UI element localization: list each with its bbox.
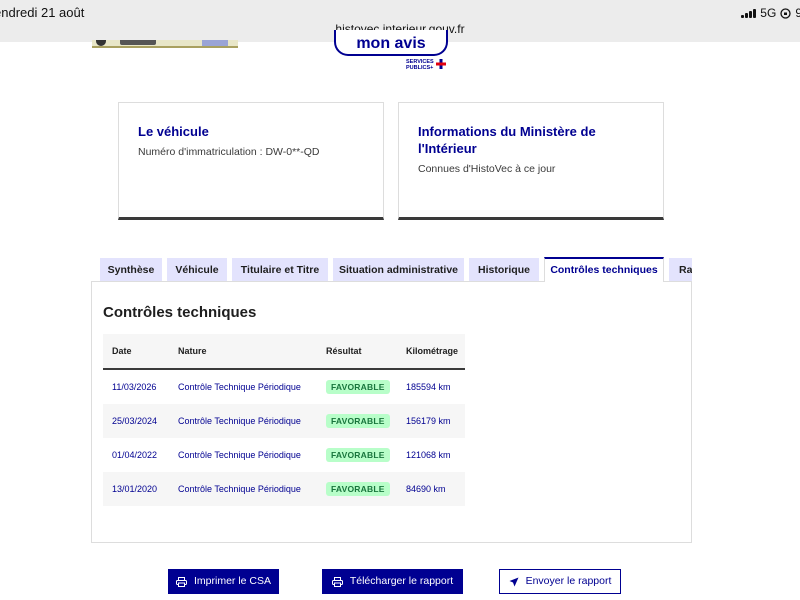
status-time: endredi 21 août: [0, 5, 85, 20]
column-header-date: Date: [103, 334, 169, 370]
services-publics-logo: SERVICES PUBLICS+: [406, 59, 446, 71]
header-illustration: [92, 40, 238, 48]
tab-titulaire[interactable]: Titulaire et Titre: [232, 258, 328, 282]
print-csa-button[interactable]: Imprimer le CSA: [168, 569, 279, 594]
controles-table: Date Nature Résultat Kilométrage 11/03/2…: [103, 334, 465, 506]
tab-rapport[interactable]: Rapport: [669, 258, 692, 282]
mon-avis-button[interactable]: mon avis: [334, 30, 448, 56]
printer-icon: [175, 576, 187, 587]
send-icon: [509, 577, 519, 586]
vehicle-card-title: Le véhicule: [138, 124, 209, 139]
row-kilometrage: 84690 km: [397, 472, 465, 506]
ministry-info-card: Informations du Ministère de l'Intérieur…: [398, 102, 664, 220]
registration-number: Numéro d'immatriculation : DW-0**-QD: [138, 146, 320, 158]
row-date: 01/04/2022: [112, 450, 158, 460]
table-row: 01/04/2022 Contrôle Technique Périodique…: [103, 438, 465, 472]
result-badge: FAVORABLE: [326, 414, 390, 428]
tab-vehicule[interactable]: Véhicule: [167, 258, 227, 282]
plus-logo-icon: [436, 59, 446, 69]
table-header-row: Date Nature Résultat Kilométrage: [103, 334, 465, 370]
result-badge: FAVORABLE: [326, 380, 390, 394]
column-header-resultat: Résultat: [317, 334, 397, 370]
report-tabs: Synthèse Véhicule Titulaire et Titre Sit…: [100, 257, 692, 282]
send-report-button[interactable]: Envoyer le rapport: [499, 569, 621, 594]
row-date: 11/03/2026: [112, 382, 157, 392]
table-row: 13/01/2020 Contrôle Technique Périodique…: [103, 472, 465, 506]
row-nature: Contrôle Technique Périodique: [169, 472, 317, 506]
table-row: 11/03/2026 Contrôle Technique Périodique…: [103, 369, 465, 404]
row-kilometrage: 156179 km: [397, 404, 465, 438]
controles-techniques-panel: Contrôles techniques Date Nature Résulta…: [91, 281, 692, 543]
download-report-label: Télécharger le rapport: [349, 575, 454, 587]
ministry-card-text: Connues d'HistoVec à ce jour: [418, 163, 556, 175]
vehicle-card: Le véhicule Numéro d'immatriculation : D…: [118, 102, 384, 220]
status-indicators: 5G 9: [741, 6, 800, 20]
row-kilometrage: 121068 km: [406, 450, 451, 460]
ministry-card-title: Informations du Ministère de l'Intérieur: [418, 124, 596, 156]
row-nature: Contrôle Technique Périodique: [178, 450, 301, 460]
column-header-kilometrage: Kilométrage: [397, 334, 465, 370]
row-date: 25/03/2024: [103, 404, 169, 438]
printer-icon: [331, 576, 343, 587]
lock-rotation-icon: [780, 7, 791, 19]
network-label: 5G: [760, 6, 777, 20]
tab-situation-administrative[interactable]: Situation administrative: [333, 258, 464, 282]
battery-label: 9: [795, 6, 800, 20]
row-nature: Contrôle Technique Périodique: [169, 404, 317, 438]
download-report-button[interactable]: Télécharger le rapport: [322, 569, 463, 594]
signal-icon: [741, 8, 757, 18]
section-title: Contrôles techniques: [103, 304, 257, 321]
print-csa-label: Imprimer le CSA: [193, 575, 271, 587]
result-badge: FAVORABLE: [326, 448, 390, 462]
row-date: 13/01/2020: [103, 472, 169, 506]
table-row: 25/03/2024 Contrôle Technique Périodique…: [103, 404, 465, 438]
send-report-label: Envoyer le rapport: [525, 575, 612, 587]
column-header-nature: Nature: [169, 334, 317, 370]
row-nature: Contrôle Technique Périodique: [178, 382, 301, 392]
tab-controles-techniques[interactable]: Contrôles techniques: [544, 257, 664, 282]
tab-synthese[interactable]: Synthèse: [100, 258, 162, 282]
row-kilometrage: 185594 km: [406, 382, 451, 392]
result-badge: FAVORABLE: [326, 482, 390, 496]
tab-historique[interactable]: Historique: [469, 258, 539, 282]
